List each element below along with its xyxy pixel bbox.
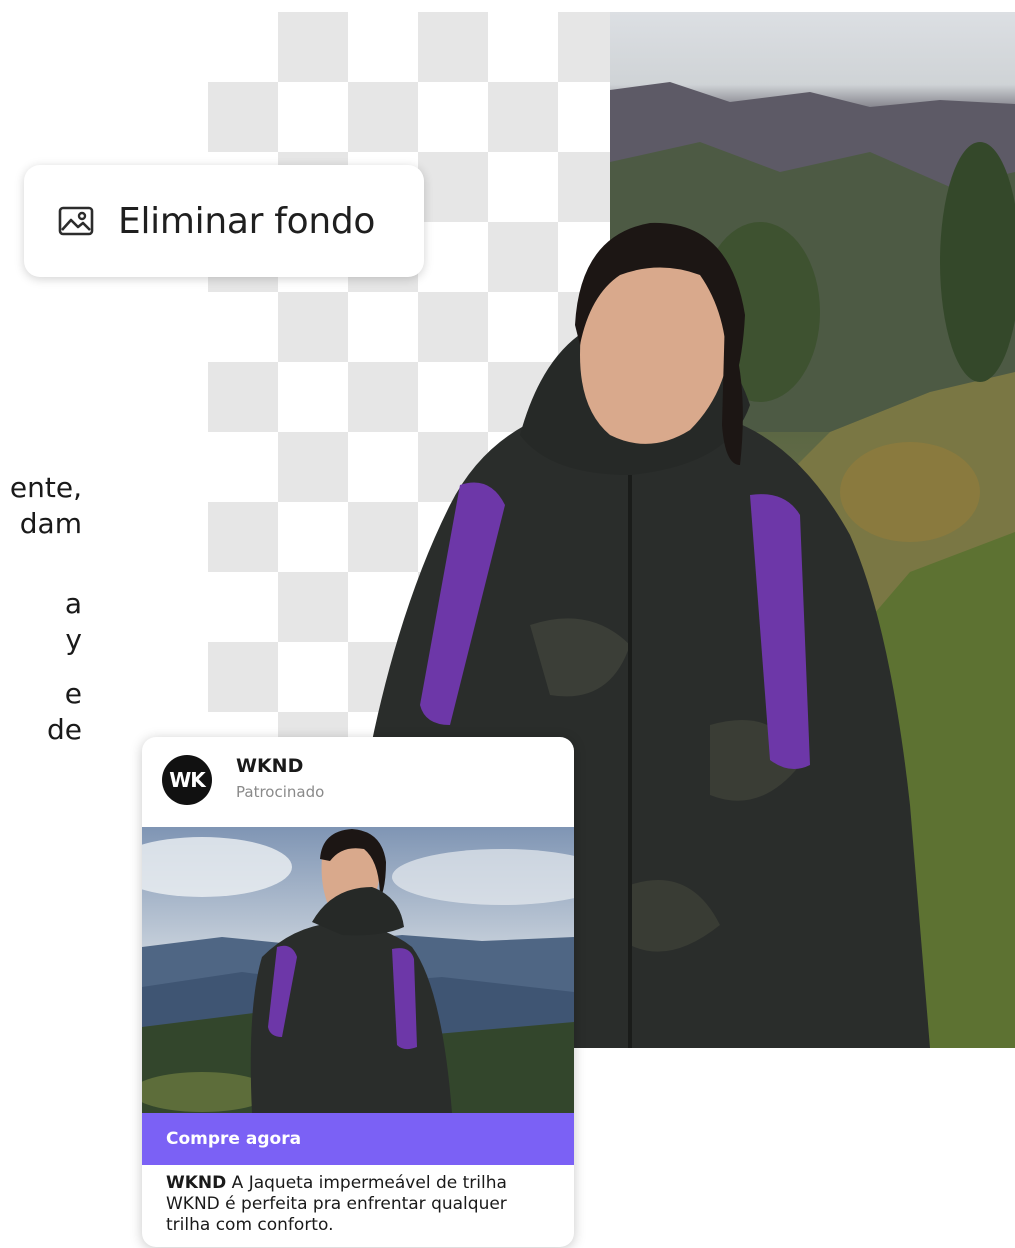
side-text-spacer	[0, 542, 82, 586]
sponsored-ad-card[interactable]: WK WKND Patrocinado Compre agora WKND A …	[142, 737, 574, 1247]
image-icon	[58, 206, 94, 236]
remove-background-label: Eliminar fondo	[118, 200, 376, 242]
side-text-line: de	[47, 713, 82, 746]
side-text-line: ente,	[9, 471, 82, 504]
ad-caption: WKND A Jaqueta impermeável de trilha WKN…	[166, 1173, 556, 1236]
side-text-line: y	[65, 623, 82, 656]
remove-background-button[interactable]: Eliminar fondo	[24, 165, 424, 277]
caption-brand: WKND	[166, 1173, 227, 1193]
landscape-photo	[610, 12, 1015, 1048]
transparent-background-area	[208, 12, 628, 772]
buy-now-button[interactable]: Compre agora	[142, 1113, 574, 1165]
ad-product-image	[142, 827, 574, 1113]
landscape-illustration	[610, 82, 1015, 1048]
side-text-line: a	[64, 587, 82, 620]
side-text-line: dam	[19, 507, 82, 540]
avatar-text: WK	[169, 768, 206, 792]
side-copy-text: ente, dam a y e de	[0, 470, 82, 748]
side-text-line: e	[64, 677, 82, 710]
sponsored-label: Patrocinado	[236, 783, 325, 801]
brand-avatar: WK	[162, 755, 212, 805]
side-text-spacer	[0, 658, 82, 676]
ad-brand-name: WKND	[236, 755, 304, 777]
ad-header: WK WKND Patrocinado	[142, 737, 574, 827]
